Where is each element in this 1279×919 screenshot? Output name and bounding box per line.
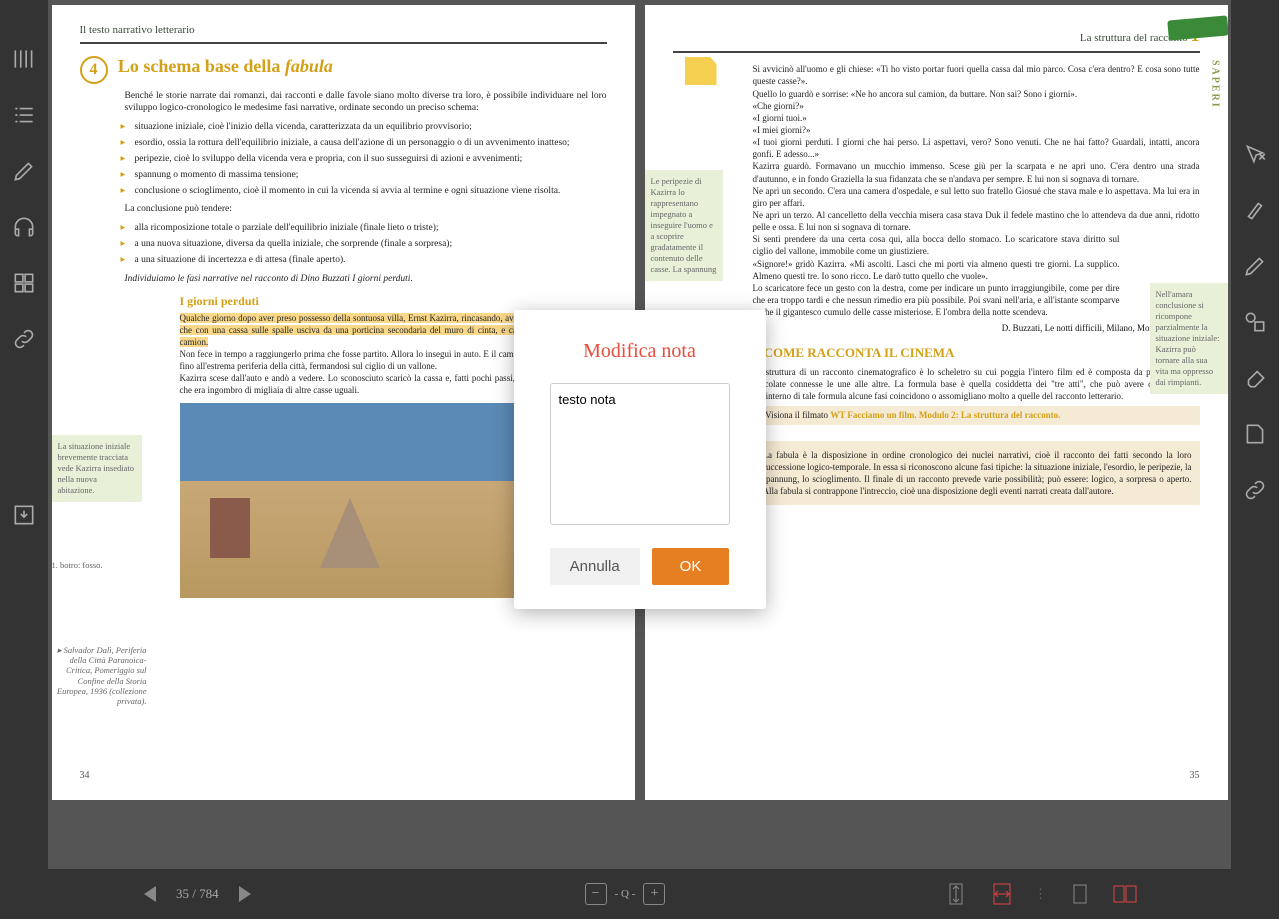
- note-textarea[interactable]: [550, 383, 730, 525]
- modal-title: Modifica nota: [538, 340, 742, 363]
- modal-overlay: Modifica nota Annulla OK: [0, 0, 1279, 919]
- ok-button[interactable]: OK: [652, 548, 730, 585]
- cancel-button[interactable]: Annulla: [550, 548, 640, 585]
- edit-note-modal: Modifica nota Annulla OK: [514, 310, 766, 609]
